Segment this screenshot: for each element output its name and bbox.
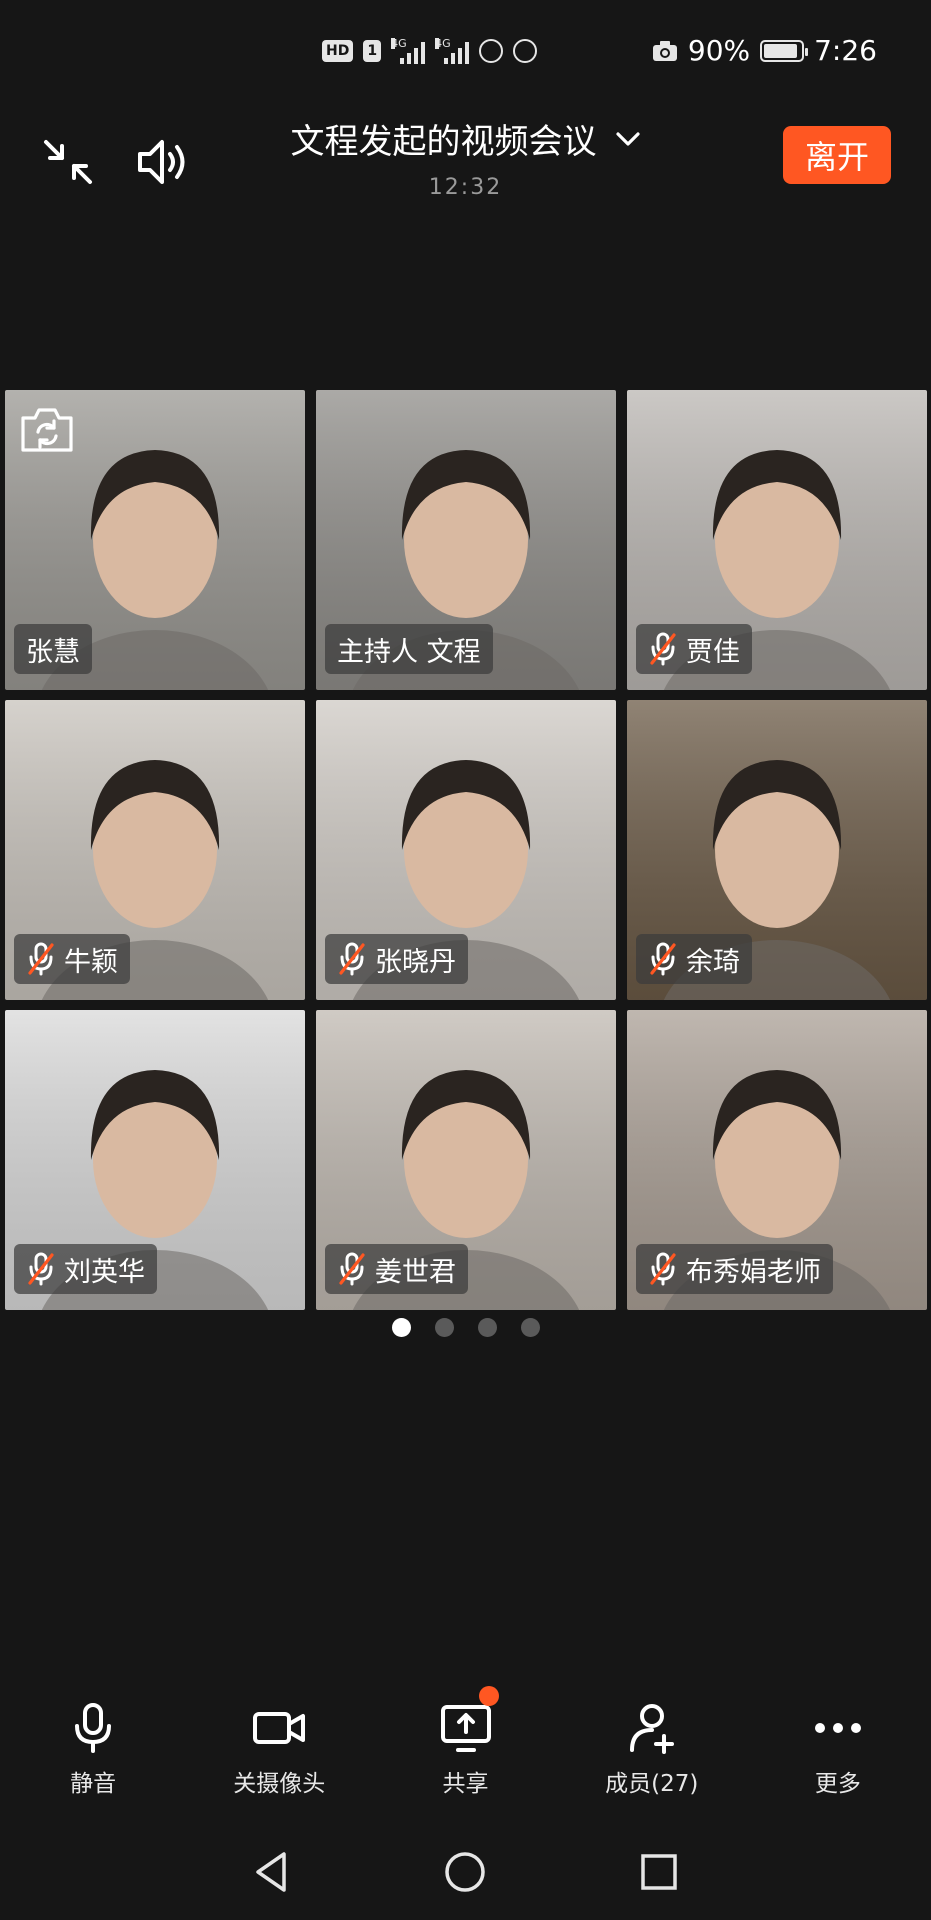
clock: 7:26 bbox=[814, 34, 877, 67]
video-grid: 张慧 主持人 文程 贾佳牛颖 张晓丹 余琦刘英华 姜世君 布秀娟老师 bbox=[5, 390, 927, 1310]
meeting-header: 文程发起的视频会议 12:32 离开 bbox=[0, 110, 931, 220]
members-button[interactable]: 成员(27) bbox=[559, 1676, 745, 1800]
leave-button[interactable]: 离开 bbox=[783, 126, 891, 184]
participant-name: 刘英华 bbox=[64, 1256, 145, 1288]
mic-muted-icon bbox=[339, 942, 365, 976]
page-dot[interactable] bbox=[477, 1318, 497, 1337]
participant-video-tile[interactable]: 姜世君 bbox=[316, 1010, 616, 1310]
participant-name-badge: 刘英华 bbox=[14, 1244, 157, 1294]
mute-label: 静音 bbox=[70, 1771, 117, 1797]
participant-name-badge: 张晓丹 bbox=[325, 934, 468, 984]
participant-name: 主持人 文程 bbox=[337, 636, 481, 668]
participant-name-badge: 牛颖 bbox=[14, 934, 130, 984]
signal-icon: 4G bbox=[435, 37, 470, 64]
recent-apps-icon[interactable] bbox=[637, 1850, 681, 1894]
participant-name: 布秀娟老师 bbox=[686, 1256, 821, 1288]
back-icon[interactable] bbox=[250, 1850, 294, 1894]
network-type-label: 4G bbox=[391, 37, 407, 50]
participant-name: 牛颖 bbox=[64, 946, 118, 978]
participant-name-badge: 张慧 bbox=[14, 624, 92, 674]
participant-name-badge: 布秀娟老师 bbox=[636, 1244, 833, 1294]
network-type-label: 4G bbox=[435, 37, 451, 50]
more-button[interactable]: 更多 bbox=[745, 1676, 931, 1800]
more-label: 更多 bbox=[814, 1771, 861, 1797]
page-dot[interactable] bbox=[434, 1318, 454, 1337]
share-button[interactable]: 共享 bbox=[372, 1676, 558, 1800]
mic-muted-icon bbox=[339, 1252, 365, 1286]
meeting-title[interactable]: 文程发起的视频会议 bbox=[291, 114, 641, 163]
camera-label: 关摄像头 bbox=[233, 1771, 326, 1797]
microphone-icon bbox=[75, 1703, 112, 1753]
participant-name-badge: 主持人 文程 bbox=[325, 624, 493, 674]
share-label: 共享 bbox=[442, 1771, 489, 1797]
status-left: HD 1 4G 4G bbox=[322, 37, 538, 64]
switch-camera-icon[interactable] bbox=[19, 404, 75, 454]
battery-icon bbox=[760, 39, 809, 62]
mic-muted-icon bbox=[28, 942, 54, 976]
mic-muted-icon bbox=[650, 1252, 676, 1286]
sim-badge: 1 bbox=[363, 40, 382, 62]
participant-name: 余琦 bbox=[686, 946, 740, 978]
page-dot[interactable] bbox=[391, 1318, 411, 1337]
participant-video-tile[interactable]: 布秀娟老师 bbox=[627, 1010, 927, 1310]
participant-name: 张慧 bbox=[26, 636, 80, 668]
system-nav-bar bbox=[0, 1800, 931, 1920]
mute-button[interactable]: 静音 bbox=[0, 1676, 186, 1800]
meeting-title-text: 文程发起的视频会议 bbox=[290, 122, 597, 162]
participant-video-tile[interactable]: 牛颖 bbox=[5, 700, 305, 1000]
participant-video-tile[interactable]: 贾佳 bbox=[627, 390, 927, 690]
mic-muted-icon bbox=[650, 632, 676, 666]
members-label: 成员(27) bbox=[605, 1771, 699, 1797]
participant-name: 张晓丹 bbox=[375, 946, 456, 978]
screen-share-icon bbox=[440, 1705, 491, 1752]
share-notification-dot bbox=[479, 1686, 500, 1706]
battery-percent: 90% bbox=[687, 34, 751, 67]
mic-muted-icon bbox=[650, 942, 676, 976]
participant-name-badge: 余琦 bbox=[636, 934, 752, 984]
more-icon bbox=[814, 1723, 861, 1733]
participant-video-tile[interactable]: 余琦 bbox=[627, 700, 927, 1000]
participant-name: 姜世君 bbox=[375, 1256, 456, 1288]
camera-off-button[interactable]: 关摄像头 bbox=[186, 1676, 372, 1800]
meeting-toolbar: 静音 关摄像头 共享 成员(27) 更多 bbox=[0, 1676, 931, 1800]
privacy-icon bbox=[513, 39, 538, 63]
signal-icon: 4G bbox=[391, 37, 426, 64]
status-bar: HD 1 4G 4G 90% 7:26 bbox=[0, 0, 931, 110]
participant-name-badge: 姜世君 bbox=[325, 1244, 468, 1294]
page-indicator[interactable] bbox=[0, 1318, 931, 1337]
camera-indicator-icon bbox=[652, 40, 677, 61]
participant-video-tile[interactable]: 张慧 bbox=[5, 390, 305, 690]
participant-name: 贾佳 bbox=[686, 636, 740, 668]
chevron-down-icon bbox=[615, 131, 640, 146]
status-right: 90% 7:26 bbox=[652, 34, 877, 67]
hand-icon bbox=[479, 39, 504, 63]
home-icon[interactable] bbox=[443, 1850, 487, 1894]
add-member-icon bbox=[629, 1704, 674, 1754]
video-camera-icon bbox=[253, 1712, 306, 1744]
participant-video-tile[interactable]: 刘英华 bbox=[5, 1010, 305, 1310]
participant-video-tile[interactable]: 主持人 文程 bbox=[316, 390, 616, 690]
hd-badge: HD bbox=[322, 40, 354, 62]
participant-name-badge: 贾佳 bbox=[636, 624, 752, 674]
page-dot[interactable] bbox=[520, 1318, 540, 1337]
participant-video-tile[interactable]: 张晓丹 bbox=[316, 700, 616, 1000]
mic-muted-icon bbox=[28, 1252, 54, 1286]
